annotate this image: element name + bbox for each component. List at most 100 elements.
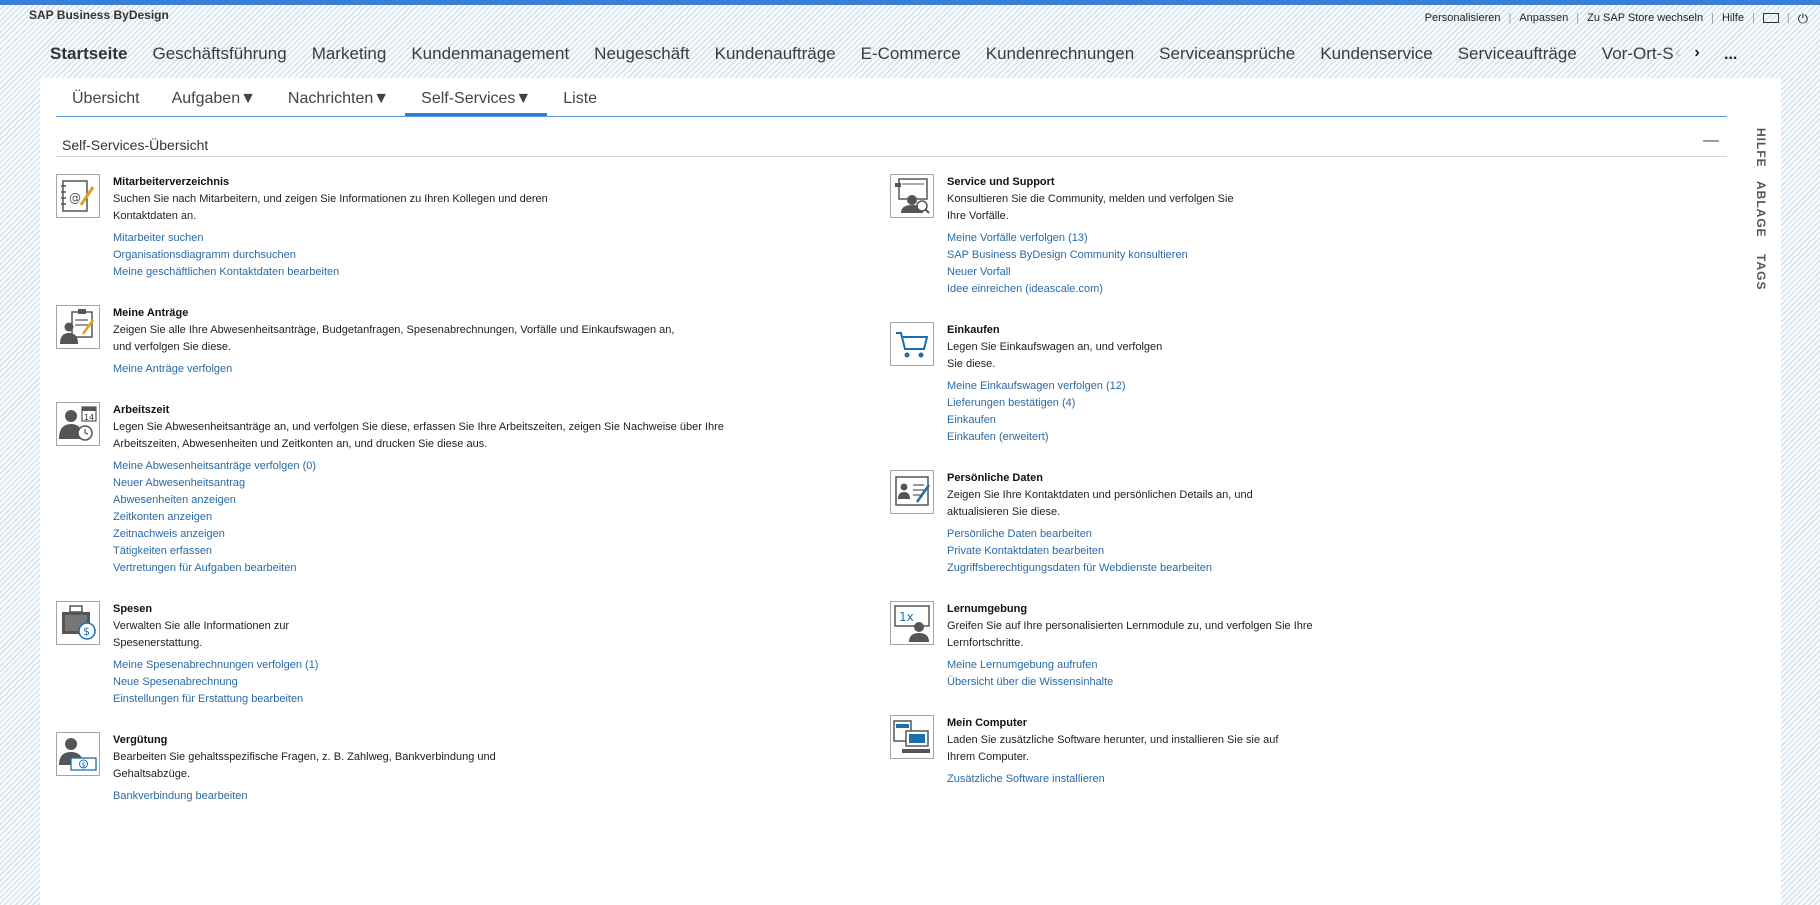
link-meine-einkaufswagen-verfolgen-12[interactable]: Meine Einkaufswagen verfolgen (12) — [947, 378, 1313, 395]
service-block-mein-computer: Mein Computer Laden Sie zusätzliche Softw… — [890, 715, 1313, 788]
link-taetigkeiten-erfassen[interactable]: Tätigkeiten erfassen — [113, 543, 724, 560]
separator: | — [1786, 12, 1790, 24]
link-zugriffsberechtigungsdaten-fuer-webdienste-bearbeiten[interactable]: Zugriffsberechtigungsdaten für Webdienst… — [947, 560, 1313, 577]
directory-icon: @ — [56, 174, 100, 218]
service-title: Service und Support — [947, 176, 1055, 188]
personalize-link[interactable]: Personalisieren — [1425, 12, 1501, 24]
link-meine-spesenabrechnungen-verfolgen-1[interactable]: Meine Spesenabrechnungen verfolgen (1) — [113, 657, 724, 674]
description-line: Kontaktdaten an. — [113, 210, 197, 222]
sub-tabs: Übersicht Aufgaben▼ Nachrichten▼ Self-Servi… — [56, 78, 1727, 117]
link-zeitnachweis-anzeigen[interactable]: Zeitnachweis anzeigen — [113, 526, 724, 543]
nav-item-startseite[interactable]: Startseite — [50, 44, 127, 64]
nav-item-kundenservice[interactable]: Kundenservice — [1320, 44, 1432, 64]
link-sap-business-bydesign-community-konsultieren[interactable]: SAP Business ByDesign Community konsulti… — [947, 247, 1313, 264]
chevron-right-icon[interactable]: › — [1694, 44, 1699, 62]
nav-item-e-commerce[interactable]: E-Commerce — [861, 44, 961, 64]
help-link[interactable]: Hilfe — [1722, 12, 1744, 24]
description-line: Ihrem Computer. — [947, 751, 1029, 763]
service-title: Persönliche Daten — [947, 472, 1043, 484]
description-line: Suchen Sie nach Mitarbeitern, und zeigen… — [113, 193, 548, 205]
link-meine-antraege-verfolgen[interactable]: Meine Anträge verfolgen — [113, 361, 724, 378]
link-uebersicht-ueber-die-wissensinhalte[interactable]: Übersicht über die Wissensinhalte — [947, 674, 1313, 691]
link-einstellungen-fuer-erstattung-bearbeiten[interactable]: Einstellungen für Erstattung bearbeiten — [113, 691, 724, 708]
description-line: Legen Sie Abwesenheitsanträge an, und ve… — [113, 421, 724, 433]
separator: | — [1711, 12, 1714, 24]
link-private-kontaktdaten-bearbeiten[interactable]: Private Kontaktdaten bearbeiten — [947, 543, 1313, 560]
tab-aufgaben[interactable]: Aufgaben▼ — [156, 90, 272, 116]
nav-item-serviceansprueche[interactable]: Serviceansprüche — [1159, 44, 1295, 64]
chevron-left-icon[interactable]: ‹ — [1675, 44, 1680, 62]
nav-item-geschaeftsfuehrung[interactable]: Geschäftsführung — [152, 44, 286, 64]
service-block-verguetung: $ Vergütung Bearbeiten Sie gehaltsspezifis… — [56, 732, 724, 805]
service-title: Vergütung — [113, 734, 168, 746]
tab-liste[interactable]: Liste — [547, 90, 613, 116]
link-meine-vorfaelle-verfolgen-13[interactable]: Meine Vorfälle verfolgen (13) — [947, 230, 1313, 247]
power-icon[interactable]: ⏻ — [1798, 12, 1808, 25]
more-icon[interactable]: ... — [1724, 46, 1737, 64]
link-einkaufen-erweitert[interactable]: Einkaufen (erweitert) — [947, 429, 1313, 446]
service-title: Mitarbeiterverzeichnis — [113, 176, 230, 188]
section-title: Self-Services-Übersicht — [62, 137, 209, 153]
link-idee-einreichen-ideascale-com[interactable]: Idee einreichen (ideascale.com) — [947, 281, 1313, 298]
service-description: Verwalten Sie alle Informationen zur Spes… — [113, 618, 724, 652]
link-meine-geschaeftlichen-kontaktdaten-bearbeiten[interactable]: Meine geschäftlichen Kontaktdaten bearbe… — [113, 264, 724, 281]
separator: | — [1576, 12, 1580, 24]
svg-text:@: @ — [69, 191, 81, 205]
link-neue-spesenabrechnung[interactable]: Neue Spesenabrechnung — [113, 674, 724, 691]
tab-self-services[interactable]: Self-Services▼ — [405, 90, 548, 116]
nav-item-marketing[interactable]: Marketing — [312, 44, 387, 64]
link-meine-lernumgebung-aufrufen[interactable]: Meine Lernumgebung aufrufen — [947, 657, 1313, 674]
description-line: aktualisieren Sie diese. — [947, 506, 1061, 518]
service-description: Legen Sie Einkaufswagen an, und verfolge… — [947, 339, 1313, 373]
link-zusaetzliche-software-installieren[interactable]: Zusätzliche Software installieren — [947, 771, 1313, 788]
description-line: und verfolgen Sie diese. — [113, 341, 232, 353]
link-mitarbeiter-suchen[interactable]: Mitarbeiter suchen — [113, 230, 724, 247]
link-neuer-vorfall[interactable]: Neuer Vorfall — [947, 264, 1313, 281]
app-title: SAP Business ByDesign — [29, 8, 169, 22]
calendar-day: 14 — [84, 413, 94, 422]
service-block-service-und-support: Service und Support Konsultieren Sie die … — [890, 174, 1313, 298]
service-block-mitarbeiterverzeichnis: @ Mitarbeiterverzeichnis Suchen Sie nach M… — [56, 174, 724, 281]
link-lieferungen-bestaetigen-4[interactable]: Lieferungen bestätigen (4) — [947, 395, 1313, 412]
link-bankverbindung-bearbeiten[interactable]: Bankverbindung bearbeiten — [113, 788, 724, 805]
screen-icon[interactable] — [1762, 13, 1779, 23]
header-links: Personalisieren | Anpassen | Zu SAP Stor… — [1425, 12, 1808, 25]
expenses-icon: $ — [56, 601, 100, 645]
customize-link[interactable]: Anpassen — [1519, 12, 1568, 24]
link-abwesenheiten-anzeigen[interactable]: Abwesenheiten anzeigen — [113, 492, 724, 509]
nav-item-vor-ort-s[interactable]: Vor-Ort-S — [1602, 44, 1674, 64]
service-description: Zeigen Sie alle Ihre Abwesenheitsanträge… — [113, 322, 724, 356]
nav-item-neugeschaeft[interactable]: Neugeschäft — [594, 44, 689, 64]
right-column: Service und Support Konsultieren Sie die … — [890, 174, 1313, 812]
link-zeitkonten-anzeigen[interactable]: Zeitkonten anzeigen — [113, 509, 724, 526]
link-vertretungen-fuer-aufgaben-bearbeiten[interactable]: Vertretungen für Aufgaben bearbeiten — [113, 560, 724, 577]
side-tab-storage[interactable]: ABLAGE — [1754, 181, 1768, 238]
service-description: Laden Sie zusätzliche Software herunter,… — [947, 732, 1313, 766]
description-line: Arbeitszeiten, Abwesenheiten und Zeitkon… — [113, 438, 488, 450]
tab-nachrichten[interactable]: Nachrichten▼ — [272, 90, 405, 116]
description-line: Zeigen Sie alle Ihre Abwesenheitsanträge… — [113, 324, 675, 336]
side-panel: HILFE ABLAGE TAGS — [1743, 78, 1781, 905]
tab-uebersicht[interactable]: Übersicht — [56, 90, 156, 116]
description-line: Lernfortschritte. — [947, 637, 1024, 649]
nav-item-kundenrechnungen[interactable]: Kundenrechnungen — [986, 44, 1134, 64]
side-tab-tags[interactable]: TAGS — [1754, 254, 1768, 290]
link-einkaufen[interactable]: Einkaufen — [947, 412, 1313, 429]
description-line: Gehaltsabzüge. — [113, 768, 191, 780]
service-block-persoenliche-daten: Persönliche Daten Zeigen Sie Ihre Kontakt… — [890, 470, 1313, 577]
cart-icon — [890, 322, 934, 366]
service-description: Bearbeiten Sie gehaltsspezifische Fragen… — [113, 749, 724, 783]
link-persoenliche-daten-bearbeiten[interactable]: Persönliche Daten bearbeiten — [947, 526, 1313, 543]
nav-item-kundenauftraege[interactable]: Kundenaufträge — [715, 44, 836, 64]
side-tab-help[interactable]: HILFE — [1754, 128, 1768, 168]
service-block-arbeitszeit: 14 Arbeitszeit Legen Sie Abwesenheitsanträ… — [56, 402, 724, 577]
link-neuer-abwesenheitsantrag[interactable]: Neuer Abwesenheitsantrag — [113, 475, 724, 492]
nav-item-serviceauftraege[interactable]: Serviceaufträge — [1458, 44, 1577, 64]
sap-store-link[interactable]: Zu SAP Store wechseln — [1587, 12, 1703, 24]
service-title: Einkaufen — [947, 324, 1000, 336]
nav-item-kundenmanagement[interactable]: Kundenmanagement — [411, 44, 569, 64]
link-organisationsdiagramm-durchsuchen[interactable]: Organisationsdiagramm durchsuchen — [113, 247, 724, 264]
collapse-button[interactable]: — — [1703, 132, 1719, 150]
link-meine-abwesenheitsantraege-verfolgen-0[interactable]: Meine Abwesenheitsanträge verfolgen (0) — [113, 458, 724, 475]
description-line: Greifen Sie auf Ihre personalisierten Le… — [947, 620, 1313, 632]
